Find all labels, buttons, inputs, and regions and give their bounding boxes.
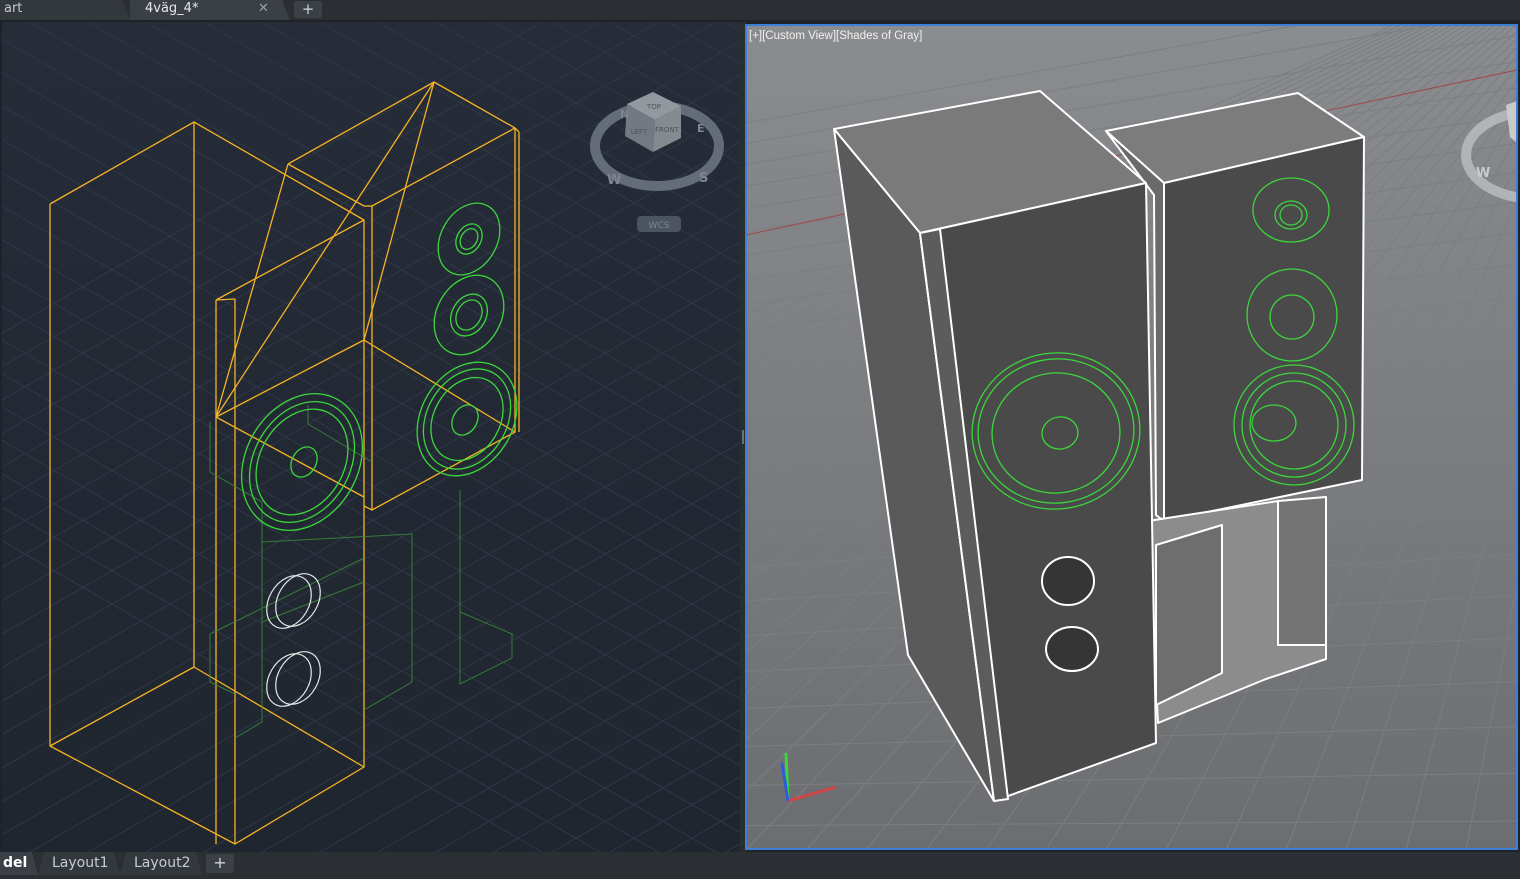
tab-drawing-label: 4väg_4* xyxy=(145,1,199,16)
document-tab-bar: art 4väg_4* ✕ + xyxy=(0,0,1520,20)
tab-layout1-label: Layout1 xyxy=(52,855,109,871)
tab-start-label: art xyxy=(4,1,23,16)
compass-north: N xyxy=(620,108,629,121)
tab-start[interactable]: art xyxy=(0,0,130,20)
compass-east: E xyxy=(697,122,705,135)
new-tab-button[interactable]: + xyxy=(294,1,322,18)
layout-tab-bar: del Layout1 Layout2 + xyxy=(0,852,1520,879)
wcs-menu: WCS xyxy=(649,221,670,231)
viewcube-top: TOP xyxy=(646,103,661,111)
tab-model-label: del xyxy=(3,855,28,871)
tab-drawing-active[interactable]: 4väg_4* ✕ xyxy=(130,0,290,20)
tab-layout1[interactable]: Layout1 xyxy=(38,852,120,875)
right-viewport[interactable]: W xyxy=(746,25,1517,850)
viewcube-front: FRONT xyxy=(655,126,680,134)
new-layout-button[interactable]: + xyxy=(206,854,234,873)
left-viewport[interactable]: TOP LEFT FRONT W S N E WCS xyxy=(2,22,740,852)
compass-south: S xyxy=(699,171,708,186)
tab-model[interactable]: del xyxy=(0,852,38,875)
tab-layout2-label: Layout2 xyxy=(134,855,191,871)
compass-west: W xyxy=(607,173,621,188)
compass-west-right: W xyxy=(1476,166,1490,181)
viewcube-left: LEFT xyxy=(631,128,648,136)
viewport-controls-label[interactable]: [+][Custom View][Shades of Gray] xyxy=(749,30,922,42)
tab-layout2[interactable]: Layout2 xyxy=(120,852,202,875)
splitter-grip-icon[interactable] xyxy=(742,430,744,444)
close-icon[interactable]: ✕ xyxy=(258,0,269,18)
